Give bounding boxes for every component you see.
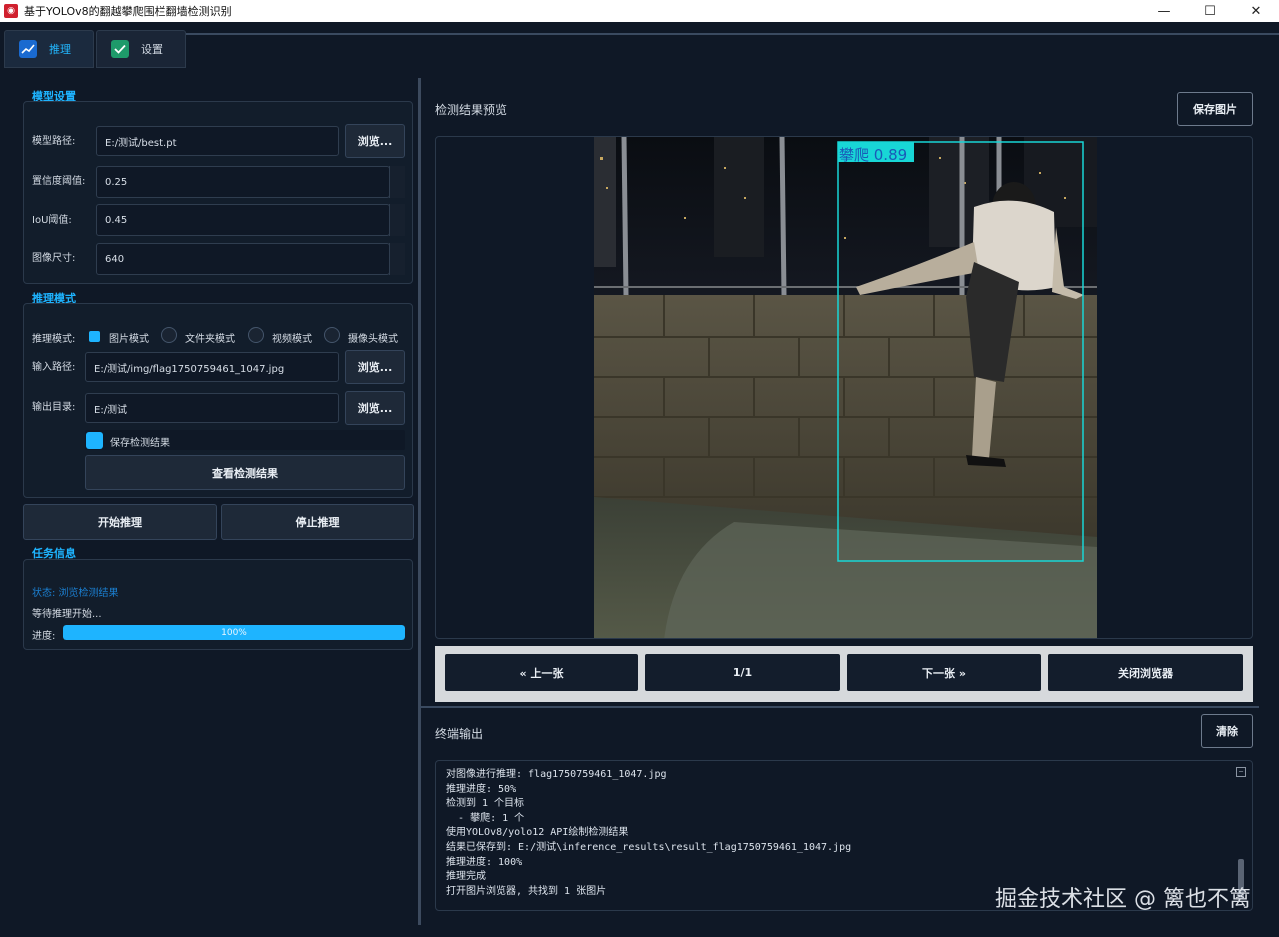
radio-image-mode[interactable] (89, 331, 100, 342)
next-image-button[interactable]: 下一张 » (847, 654, 1041, 691)
chart-icon (19, 40, 37, 58)
title-bar: ◉ 基于YOLOv8的翻越攀爬围栏翻墙检测识别 — ☐ ✕ (0, 0, 1279, 22)
confidence-stepper[interactable] (389, 166, 405, 198)
terminal-line: 推理进度: 100% (446, 856, 523, 868)
check-icon (111, 40, 129, 58)
maximize-button[interactable]: ☐ (1187, 0, 1233, 22)
model-browse-button[interactable]: 浏览... (345, 124, 405, 158)
image-counter: 1/1 (645, 654, 840, 691)
prev-image-button[interactable]: « 上一张 (445, 654, 638, 691)
imgsize-stepper[interactable] (389, 243, 405, 275)
view-results-button[interactable]: 查看检测结果 (85, 455, 405, 490)
iou-stepper[interactable] (389, 204, 405, 236)
result-preview: 攀爬 0.89 (435, 136, 1253, 639)
terminal-line: 检测到 1 个目标 (446, 798, 525, 810)
radio-folder-mode[interactable] (161, 327, 177, 343)
terminal-line: 对图像进行推理: flag1750759461_1047.jpg (446, 769, 667, 780)
progress-text: 100% (221, 627, 247, 638)
watermark: 掘金技术社区 @ 篱也不篱 (995, 887, 1251, 912)
mode-label: 推理模式: (32, 334, 76, 345)
tab-settings-label: 设置 (141, 43, 163, 56)
input-path-label: 输入路径: (32, 362, 76, 373)
iou-label: IoU阈值: (32, 215, 72, 226)
scroll-up-icon[interactable]: − (1236, 767, 1246, 777)
terminal-lines: 对图像进行推理: flag1750759461_1047.jpg 推理进度: 50… (446, 768, 1242, 899)
imgsize-label: 图像尺寸: (32, 253, 76, 264)
confidence-label: 置信度阈值: (32, 176, 86, 187)
window-title: 基于YOLOv8的翻越攀爬围栏翻墙检测识别 (24, 5, 232, 18)
radio-folder-mode-label: 文件夹模式 (185, 334, 235, 345)
model-path-input[interactable]: E:/测试/best.pt (96, 126, 339, 156)
confidence-spinbox[interactable]: 0.25 (96, 166, 390, 198)
preview-title: 检测结果预览 (435, 103, 508, 117)
output-dir-label: 输出目录: (32, 402, 76, 413)
terminal-title: 终端输出 (435, 727, 484, 741)
terminal-line: 使用YOLOv8/yolo12 API绘制检测结果 (446, 827, 629, 839)
panel-splitter[interactable] (418, 78, 421, 925)
status-text: 状态: 浏览检测结果 (32, 588, 119, 599)
image-browser-nav: « 上一张 1/1 下一张 » 关闭浏览器 (435, 646, 1253, 702)
iou-spinbox[interactable]: 0.45 (96, 204, 390, 236)
terminal-line: 推理进度: 50% (446, 783, 517, 795)
radio-video-mode[interactable] (248, 327, 264, 343)
preview-divider (420, 706, 1259, 708)
tab-divider (186, 33, 1279, 35)
detection-label: 攀爬 0.89 (839, 146, 908, 164)
output-browse-button[interactable]: 浏览... (345, 391, 405, 425)
tab-inference-label: 推理 (49, 43, 71, 56)
status-message: 等待推理开始... (32, 609, 102, 620)
radio-camera-mode-label: 摄像头模式 (348, 334, 398, 345)
start-inference-button[interactable]: 开始推理 (23, 504, 217, 540)
radio-image-mode-label: 图片模式 (109, 334, 149, 345)
progress-label: 进度: (32, 631, 56, 642)
radio-camera-mode[interactable] (324, 327, 340, 343)
close-button[interactable]: ✕ (1233, 0, 1279, 22)
save-image-button[interactable]: 保存图片 (1177, 92, 1253, 126)
input-path-input[interactable]: E:/测试/img/flag1750759461_1047.jpg (85, 352, 339, 382)
progress-bar: 100% (63, 625, 405, 640)
close-browser-button[interactable]: 关闭浏览器 (1048, 654, 1243, 691)
stop-inference-button[interactable]: 停止推理 (221, 504, 414, 540)
clear-button[interactable]: 清除 (1201, 714, 1253, 748)
tab-inference[interactable]: 推理 (4, 30, 94, 68)
terminal-line: 结果已保存到: E:/测试\inference_results\result_f… (446, 841, 852, 853)
terminal-line: - 攀爬: 1 个 (446, 812, 525, 824)
model-path-label: 模型路径: (32, 136, 76, 147)
imgsize-spinbox[interactable]: 640 (96, 243, 390, 275)
minimize-button[interactable]: — (1141, 0, 1187, 22)
tab-settings[interactable]: 设置 (96, 30, 186, 68)
input-browse-button[interactable]: 浏览... (345, 350, 405, 384)
app-icon: ◉ (4, 4, 18, 18)
result-image: 攀爬 0.89 (594, 137, 1097, 638)
save-results-checkbox[interactable] (86, 432, 103, 449)
save-results-label: 保存检测结果 (110, 438, 170, 449)
output-dir-input[interactable]: E:/测试 (85, 393, 339, 423)
radio-video-mode-label: 视频模式 (272, 334, 312, 345)
